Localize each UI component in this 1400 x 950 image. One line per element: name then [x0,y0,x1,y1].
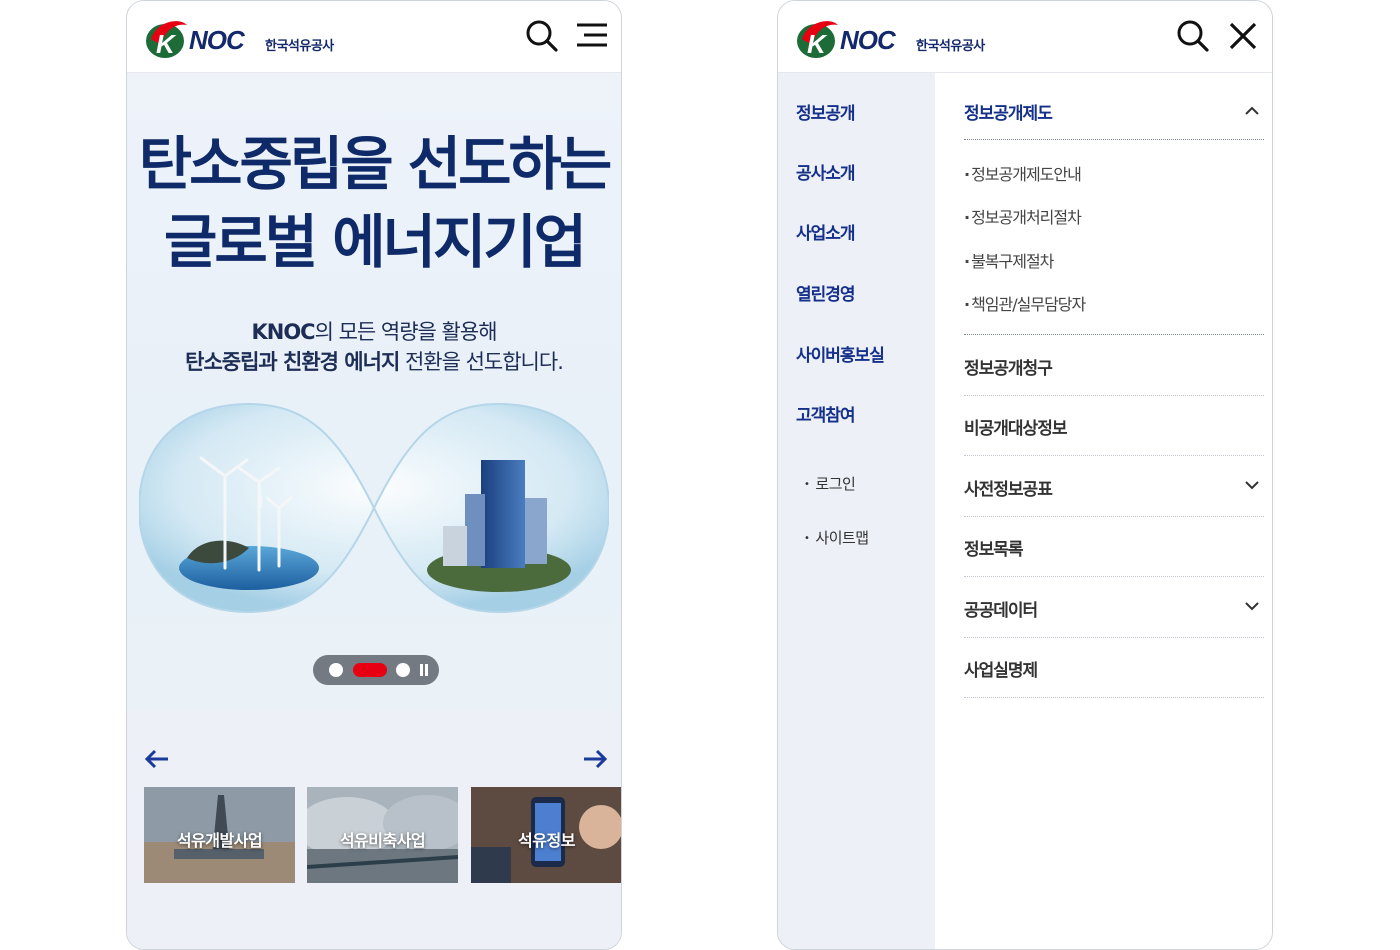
menu-cat-cyber-pr[interactable]: 사이버홍보실 [796,341,885,366]
hero-title-line-1: 탄소중립을 선도하는 [138,130,612,198]
slider-dot-3[interactable] [396,663,410,677]
submenu-panel: 정보공개제도 정보공개제도안내 정보공개처리절차 불복구제절차 책임관/실무담당… [935,73,1272,949]
chevron-up-icon[interactable] [1243,104,1261,116]
menu-icon[interactable] [575,19,609,53]
knoc-logo[interactable]: K NOC 한국석유공사 [794,15,994,61]
divider [964,395,1264,396]
submenu-item[interactable]: 비공개대상정보 [964,414,1264,439]
knoc-logo-mark: K [797,21,838,59]
card-label: 석유개발사업 [176,831,263,850]
pause-icon[interactable] [419,664,429,676]
arrow-right-icon[interactable] [582,749,608,769]
card-label: 석유정보 [518,831,575,850]
hero-title: 탄소중립을 선도하는 글로벌 에너지기업 [127,125,621,281]
knoc-logo[interactable]: K NOC 한국석유공사 [143,15,343,61]
submenu-item[interactable]: 정보목록 [964,535,1264,560]
card-oil-development[interactable]: 석유개발사업 [144,787,295,883]
menu-cat-business[interactable]: 사업소개 [796,219,856,244]
menu-cat-customer[interactable]: 고객참여 [796,401,856,426]
business-cards-section: 석유개발사업 석유비축사업 석유정보 [127,711,621,949]
submenu-item[interactable]: 공공데이터 [964,596,1264,621]
submenu-item[interactable]: 사업실명제 [964,656,1264,681]
divider [964,516,1264,517]
submenu-child[interactable]: 책임관/실무담당자 [964,291,1086,315]
submenu-item[interactable]: 사전정보공표 [964,475,1264,500]
hero-sub-rest-2: 전환을 선도합니다. [399,350,564,374]
divider [964,334,1264,335]
hero-sub-bold-1: KNOC [251,320,315,344]
hero-title-line-2: 글로벌 에너지기업 [163,208,587,276]
divider [964,697,1264,698]
menu-cat-open-management[interactable]: 열린경영 [796,280,856,305]
logo-text: NOC [840,25,896,55]
divider [964,139,1264,140]
skyscraper [481,460,525,568]
svg-text:K: K [807,29,828,59]
close-icon[interactable] [1226,19,1260,53]
logo-text: NOC [189,25,245,55]
slider-dot-1[interactable] [329,663,343,677]
card-oil-info[interactable]: 석유정보 [471,787,621,883]
arrow-left-icon[interactable] [144,749,170,769]
divider [964,455,1264,456]
chevron-down-icon[interactable] [1243,600,1261,612]
hero-subtitle: KNOC의 모든 역량을 활용해 탄소중립과 친환경 에너지 전환을 선도합니다… [127,317,621,377]
menu-cat-company[interactable]: 공사소개 [796,159,856,184]
hero-banner[interactable]: 탄소중립을 선도하는 글로벌 에너지기업 KNOC의 모든 역량을 활용해 탄소… [127,73,621,711]
divider [964,576,1264,577]
hero-sub-bold-2: 탄소중립과 친환경 에너지 [185,350,400,374]
submenu-open-item[interactable]: 정보공개제도 [964,99,1264,124]
card-oil-stockpile[interactable]: 석유비축사업 [307,787,458,883]
home-screen: K NOC 한국석유공사 탄소중립을 선도하는 글로벌 에너지기업 KNOC의 … [126,0,622,950]
submenu-child[interactable]: 불복구제절차 [964,248,1054,272]
search-icon[interactable] [1176,19,1210,53]
sitemap-link[interactable]: 사이트맵 [804,527,869,548]
knoc-logo-mark: K [146,21,187,59]
slider-pager [313,655,439,685]
hourglass-illustration [139,402,609,614]
card-carousel: 석유개발사업 석유비축사업 석유정보 [144,787,621,883]
search-icon[interactable] [525,19,559,53]
login-link[interactable]: 로그인 [804,473,855,494]
card-label: 석유비축사업 [339,831,426,850]
submenu-item[interactable]: 정보공개청구 [964,354,1264,379]
header: K NOC 한국석유공사 [778,1,1272,73]
submenu-child[interactable]: 정보공개제도안내 [964,161,1082,185]
hero-sub-rest-1: 의 모든 역량을 활용해 [314,320,498,344]
chevron-down-icon[interactable] [1243,479,1261,491]
menu-cat-info-disclosure[interactable]: 정보공개 [796,99,856,124]
menu-screen: K NOC 한국석유공사 정보공개 공사소개 사업소개 열린경영 사이버홍보실 … [777,0,1273,950]
header: K NOC 한국석유공사 [127,1,621,73]
logo-subtitle: 한국석유공사 [916,39,985,54]
menu-category-list: 정보공개 공사소개 사업소개 열린경영 사이버홍보실 고객참여 로그인 사이트맵 [778,73,935,949]
logo-subtitle: 한국석유공사 [265,39,334,54]
svg-text:K: K [156,29,177,59]
slider-dot-2-active[interactable] [353,663,387,677]
submenu-child[interactable]: 정보공개처리절차 [964,204,1082,228]
divider [964,637,1264,638]
